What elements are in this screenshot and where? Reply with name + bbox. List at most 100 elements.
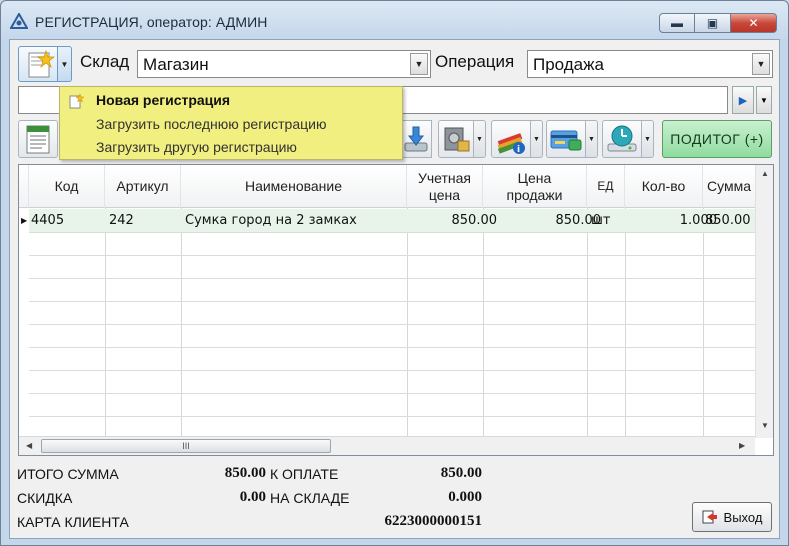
col-header-qty[interactable]: Кол-во (625, 165, 703, 208)
col-header-code[interactable]: Код (29, 165, 105, 208)
grid-line (29, 324, 755, 325)
exit-label: Выход (723, 509, 763, 525)
horizontal-scroll-thumb[interactable]: III (41, 439, 331, 453)
books-info-button[interactable]: i (491, 120, 531, 158)
warehouse-select[interactable]: Магазин ▼ (137, 50, 431, 78)
discount-label: СКИДКА (17, 490, 73, 506)
clock-monitor-icon (607, 125, 637, 152)
in-stock-value: 0.000 (448, 489, 482, 505)
calendar-doc-button[interactable] (18, 120, 58, 158)
scroll-right-icon[interactable]: ▶ (739, 441, 745, 450)
scroll-down-icon[interactable]: ▼ (761, 421, 769, 430)
grid-line (625, 208, 626, 438)
card-info-dropdown[interactable]: ▼ (586, 120, 598, 158)
menu-item-load-last-registration[interactable]: Загрузить последнюю регистрацию (96, 116, 326, 132)
grid-line (407, 208, 408, 438)
chevron-down-icon: ▼ (60, 59, 69, 69)
col-header-sum[interactable]: Сумма (703, 165, 755, 208)
card-info-icon (550, 130, 582, 151)
svg-text:i: i (517, 145, 520, 155)
cell-sale-price: 850.00 (555, 213, 602, 228)
in-stock-label: НА СКЛАДЕ (270, 490, 350, 506)
cell-sum: 850.00 (705, 213, 751, 228)
grid-line (29, 393, 755, 394)
subtotal-button[interactable]: ПОДИТОГ (+) (662, 120, 772, 158)
grid-line (29, 370, 755, 371)
operation-select[interactable]: Продажа ▼ (527, 50, 773, 78)
operation-value: Продажа (533, 55, 604, 74)
card-info-button[interactable] (546, 120, 586, 158)
menu-item-load-other-registration[interactable]: Загрузить другую регистрацию (96, 139, 297, 155)
app-icon (10, 13, 28, 29)
registration-menu-dropdown[interactable]: ▼ (58, 46, 72, 82)
safe-money-dropdown[interactable]: ▼ (474, 120, 486, 158)
calendar-doc-icon (26, 125, 50, 154)
cell-qty: 1.000 (679, 213, 717, 228)
search-go-button[interactable]: ▶ (732, 86, 754, 114)
operation-label: Операция (435, 52, 515, 71)
grid-line (483, 208, 484, 438)
chevron-down-icon: ▼ (476, 135, 483, 143)
play-arrow-icon: ▶ (738, 94, 748, 107)
client-card-label: КАРТА КЛИЕНТА (17, 514, 129, 530)
download-button[interactable] (400, 120, 432, 158)
operation-dropdown-button[interactable]: ▼ (752, 53, 770, 75)
to-pay-label: К ОПЛАТЕ (270, 466, 339, 482)
exit-door-icon (702, 510, 717, 524)
close-button[interactable]: ✕ (731, 13, 777, 33)
horizontal-scrollbar[interactable]: ◀ III ▶ (19, 436, 755, 455)
exit-button[interactable]: Выход (692, 502, 772, 532)
warehouse-label: Склад (80, 52, 130, 71)
safe-money-button[interactable] (438, 120, 474, 158)
cell-article: 242 (109, 213, 134, 228)
items-grid[interactable]: Код Артикул Наименование Учетная цена Це… (18, 164, 774, 456)
grid-line (703, 208, 704, 438)
registration-dropdown-menu: Новая регистрация Загрузить последнюю ре… (59, 86, 403, 160)
chevron-down-icon: ▼ (644, 135, 651, 143)
chevron-down-icon: ▼ (756, 59, 766, 69)
search-dropdown-button[interactable]: ▼ (756, 86, 772, 114)
col-header-cost-price[interactable]: Учетная цена (407, 165, 483, 208)
scroll-left-icon[interactable]: ◀ (26, 441, 32, 450)
chevron-down-icon: ▼ (533, 135, 540, 143)
registration-menu-button[interactable] (18, 46, 58, 82)
chevron-down-icon: ▼ (760, 95, 768, 105)
grid-line (29, 278, 755, 279)
cell-code: 4405 (31, 213, 65, 228)
books-info-dropdown[interactable]: ▼ (531, 120, 543, 158)
discount-value: 0.00 (239, 489, 266, 505)
minimize-button[interactable]: ▬ (659, 13, 695, 33)
new-doc-star-icon (28, 49, 55, 78)
clock-monitor-button[interactable] (602, 120, 642, 158)
grid-line (29, 416, 755, 417)
grid-line (29, 232, 755, 233)
menu-item-new-registration[interactable]: Новая регистрация (96, 92, 230, 108)
books-info-icon: i (497, 133, 525, 155)
cell-unit: шт (591, 213, 611, 228)
grid-line (587, 208, 588, 438)
safe-money-icon (444, 127, 470, 152)
current-row-indicator-icon: ▶ (21, 216, 28, 225)
maximize-button[interactable]: ▣ (695, 13, 731, 33)
scroll-up-icon[interactable]: ▲ (761, 169, 769, 178)
grid-line (105, 208, 106, 438)
client-card-value: 6223000000151 (384, 513, 483, 529)
grid-line (29, 301, 755, 302)
col-header-sale-price[interactable]: Цена продажи (483, 165, 587, 208)
grid-header: Код Артикул Наименование Учетная цена Це… (19, 165, 755, 208)
warehouse-dropdown-button[interactable]: ▼ (410, 53, 428, 75)
total-label: ИТОГО СУММА (17, 466, 119, 482)
clock-monitor-dropdown[interactable]: ▼ (642, 120, 654, 158)
vertical-scrollbar[interactable]: ▲ ▼ (755, 165, 773, 438)
row-header-cell (19, 165, 29, 208)
title-bar[interactable]: РЕГИСТРАЦИЯ, оператор: АДМИН ▬ ▣ ✕ (1, 1, 788, 37)
col-header-name[interactable]: Наименование (181, 165, 407, 208)
col-header-article[interactable]: Артикул (105, 165, 181, 208)
chevron-down-icon: ▼ (588, 135, 595, 143)
grid-line (29, 347, 755, 348)
table-row[interactable]: 4405 242 Сумка город на 2 замках 850.00 … (29, 209, 755, 232)
col-header-unit[interactable]: ЕД (587, 165, 625, 208)
cell-name: Сумка город на 2 замках (185, 213, 357, 228)
warehouse-value: Магазин (143, 55, 209, 74)
client-area: ▼ Склад Магазин ▼ Операция Продажа ▼ ▶ ▼ (9, 39, 780, 539)
